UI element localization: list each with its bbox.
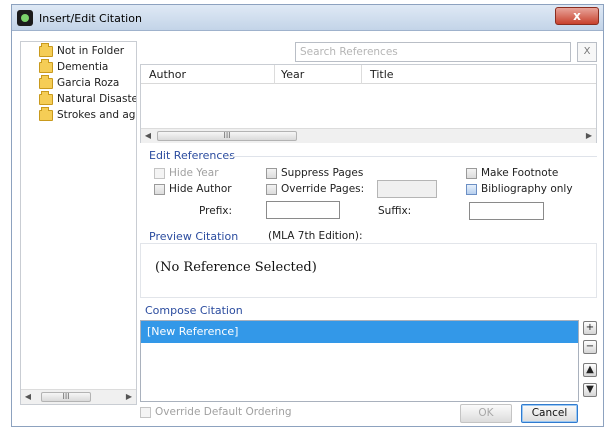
scroll-thumb[interactable]: III (41, 392, 91, 402)
compose-item-new-reference[interactable]: [New Reference] (141, 321, 578, 343)
suffix-field[interactable] (469, 202, 544, 220)
make-footnote-checkbox[interactable] (466, 168, 477, 179)
bibliography-only-checkbox[interactable] (466, 184, 477, 195)
suppress-pages-checkbox[interactable] (266, 168, 277, 179)
edit-references-title: Edit References (149, 149, 235, 162)
cancel-button[interactable]: Cancel (521, 404, 578, 423)
close-button[interactable]: x (555, 7, 599, 25)
hide-year-checkbox[interactable] (154, 168, 165, 179)
scroll-right-icon[interactable]: ▶ (582, 129, 596, 143)
folder-icon (39, 75, 53, 89)
search-input[interactable] (295, 42, 571, 62)
column-divider (274, 65, 275, 84)
section-divider (226, 156, 597, 157)
compose-citation-title: Compose Citation (145, 304, 243, 317)
suffix-label: Suffix: (378, 205, 412, 217)
scroll-left-icon[interactable]: ◀ (141, 129, 155, 143)
folder-horizontal-scrollbar[interactable]: ◀ III ▶ (21, 389, 136, 404)
scroll-right-icon[interactable]: ▶ (122, 390, 136, 404)
add-reference-button[interactable]: + (583, 321, 597, 335)
results-header: Author Year Title (141, 65, 596, 84)
preview-citation-title: Preview Citation (149, 230, 239, 243)
folder-icon (39, 91, 53, 105)
clear-search-button[interactable]: X (577, 42, 597, 62)
column-title[interactable]: Title (370, 68, 394, 81)
remove-reference-button[interactable]: − (583, 340, 597, 354)
move-down-button[interactable]: ▼ (583, 383, 597, 397)
folder-icon (39, 59, 53, 73)
preview-citation-box: (No Reference Selected) (140, 243, 597, 298)
scroll-left-icon[interactable]: ◀ (21, 390, 35, 404)
title-bar: Insert/Edit Citation x (12, 5, 603, 31)
app-icon (17, 10, 33, 26)
hide-author-checkbox[interactable] (154, 184, 165, 195)
override-pages-field[interactable] (377, 180, 437, 198)
ok-button[interactable]: OK (460, 404, 512, 423)
prefix-label: Prefix: (199, 205, 233, 217)
folder-list: Not in Folder Dementia Garcia Roza Natur… (20, 41, 137, 405)
window-title: Insert/Edit Citation (39, 12, 142, 25)
reference-results-table[interactable]: Author Year Title ◀ III ▶ (140, 64, 597, 143)
folder-icon (39, 107, 53, 121)
column-year[interactable]: Year (281, 68, 304, 81)
results-horizontal-scrollbar[interactable]: ◀ III ▶ (141, 128, 596, 143)
prefix-field[interactable] (266, 201, 340, 219)
move-up-button[interactable]: ▲ (583, 363, 597, 377)
column-divider (361, 65, 362, 84)
column-author[interactable]: Author (149, 68, 186, 81)
folder-icon (39, 43, 53, 57)
compose-citation-list[interactable]: [New Reference] (140, 320, 579, 402)
citation-style-label: (MLA 7th Edition): (268, 230, 363, 242)
override-pages-checkbox[interactable] (266, 184, 277, 195)
override-ordering-checkbox[interactable] (140, 407, 151, 418)
preview-citation-text: (No Reference Selected) (155, 260, 317, 275)
scroll-thumb[interactable]: III (157, 131, 297, 141)
